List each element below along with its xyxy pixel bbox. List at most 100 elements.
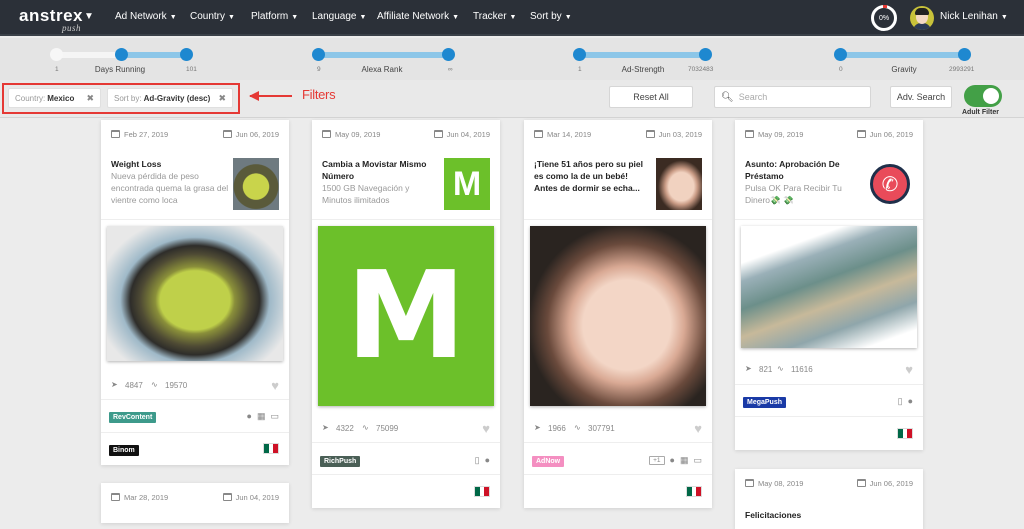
caret-down-icon: ▼	[359, 14, 367, 21]
reset-all-button[interactable]: Reset All	[609, 86, 693, 108]
ad-card[interactable]: Feb 27, 2019 Jun 06, 2019 Weight Loss Nue…	[101, 120, 289, 465]
android-icon: ●	[669, 455, 675, 465]
ad-network-badge[interactable]: RichPush	[320, 456, 361, 467]
first-seen-date: May 09, 2019	[322, 130, 380, 139]
slider-max-handle[interactable]	[699, 48, 713, 61]
ad-icon-image: ✆	[867, 158, 913, 210]
ad-card[interactable]: Mar 28, 2019 Jun 04, 2019	[101, 483, 289, 523]
first-seen-date: Feb 27, 2019	[111, 130, 168, 139]
top-navbar: anstrex▼ push Ad Network ▼ Country ▼ Platf…	[0, 0, 1024, 36]
tracker-badge[interactable]: Binom	[109, 445, 139, 456]
anstrex-logo[interactable]: anstrex▼ push	[19, 6, 94, 33]
user-avatar[interactable]	[910, 6, 934, 30]
slider-min-handle[interactable]	[115, 48, 128, 61]
favorite-heart-icon[interactable]: ♥	[694, 421, 702, 436]
ad-main-image[interactable]	[530, 226, 706, 406]
ad-main-image[interactable]: M	[318, 226, 494, 406]
ad-network-badge[interactable]: AdNow	[532, 456, 565, 467]
calendar-icon	[856, 130, 866, 138]
caret-down-icon: ▼	[1000, 14, 1008, 21]
rocket-icon: ➤	[745, 364, 752, 373]
first-seen-date: May 09, 2019	[745, 130, 803, 139]
platform-icons: +1 ● ▦ ▭	[649, 454, 702, 466]
range-sliders-bar: 1 Days Running 101 9 Alexa Rank ∞ 1 Ad-S…	[0, 38, 1024, 80]
ad-card[interactable]: May 08, 2019 Jun 06, 2019 Felicitaciones	[735, 469, 923, 529]
remove-filter-icon[interactable]: ✖	[86, 93, 94, 104]
filter-chip-sort[interactable]: Sort by: Ad-Gravity (desc) ✖	[107, 88, 233, 108]
ad-main-image[interactable]	[107, 226, 283, 361]
ad-card[interactable]: May 09, 2019 Jun 04, 2019 Cambia a Movist…	[312, 120, 500, 508]
filter-chip-country[interactable]: Country: Mexico ✖	[8, 88, 101, 108]
rocket-icon: ➤	[534, 423, 541, 432]
nav-platform[interactable]: Platform ▼	[251, 11, 298, 22]
ad-card[interactable]: Mar 14, 2019 Jun 03, 2019 ¡Tiene 51 años …	[524, 120, 712, 508]
tablet-icon: ▯	[474, 454, 480, 465]
ad-card[interactable]: May 09, 2019 Jun 06, 2019 Asunto: Aprobac…	[735, 120, 923, 450]
ad-network-badge[interactable]: MegaPush	[743, 397, 787, 408]
adult-filter-label: Adult Filter	[962, 109, 999, 116]
progress-ring[interactable]: 0%	[871, 5, 897, 31]
favorite-heart-icon[interactable]: ♥	[482, 421, 490, 436]
trend-icon: ∿	[362, 423, 369, 432]
android-icon: ●	[246, 411, 252, 421]
nav-ad-network[interactable]: Ad Network ▼	[115, 11, 177, 22]
caret-down-icon: ▼	[452, 14, 460, 21]
logo-subtitle: push	[62, 23, 82, 33]
last-seen-date: Jun 06, 2019	[222, 130, 279, 139]
ad-network-badge[interactable]: RevContent	[109, 412, 157, 423]
search-input[interactable]: 🔍︎ Search	[714, 86, 871, 108]
slider-min-handle[interactable]	[834, 48, 847, 61]
slider-min-handle[interactable]	[573, 48, 586, 61]
favorite-heart-icon[interactable]: ♥	[271, 378, 279, 393]
nav-affiliate-network[interactable]: Affiliate Network ▼	[377, 11, 459, 22]
caret-down-icon: ▼	[169, 14, 177, 21]
ad-title: Cambia a Movistar Mismo Número	[322, 159, 427, 181]
ad-icon-image	[233, 158, 279, 210]
mexico-flag-icon	[263, 443, 279, 454]
nav-sort-by[interactable]: Sort by ▼	[530, 11, 572, 22]
caret-down-icon: ▼	[509, 14, 517, 21]
caret-down-icon: ▼	[291, 14, 299, 21]
nav-language[interactable]: Language ▼	[312, 11, 366, 22]
slider-days-running[interactable]: 1 Days Running 101	[50, 44, 197, 76]
slider-max-handle[interactable]	[957, 48, 971, 61]
last-seen-date: Jun 06, 2019	[856, 130, 913, 139]
remove-filter-icon[interactable]: ✖	[218, 93, 226, 104]
ad-title: Felicitaciones	[745, 510, 802, 520]
search-icon: 🔍︎	[721, 91, 734, 103]
calendar-icon	[433, 130, 443, 138]
platform-icons: ● ▦ ▭	[247, 410, 279, 422]
calendar-icon	[322, 130, 331, 138]
caret-down-icon: ▼	[564, 14, 572, 21]
more-platforms-badge: +1	[649, 455, 665, 465]
first-seen-date: May 08, 2019	[745, 479, 803, 488]
calendar-icon	[111, 493, 120, 501]
slider-min-handle[interactable]	[312, 48, 325, 61]
calendar-icon	[645, 130, 655, 138]
ad-main-image[interactable]	[741, 226, 917, 348]
favorite-heart-icon[interactable]: ♥	[905, 362, 913, 377]
mexico-flag-icon	[474, 486, 490, 497]
user-menu[interactable]: Nick Lenihan ▼	[940, 11, 1008, 22]
last-seen-date: Jun 06, 2019	[856, 479, 913, 488]
calendar-icon	[222, 130, 232, 138]
slider-gravity[interactable]: 0 Gravity 2993291	[834, 44, 974, 76]
ad-title: ¡Tiene 51 años pero su piel es como la d…	[534, 159, 643, 193]
slider-max-handle[interactable]	[442, 48, 455, 61]
calendar-icon	[222, 493, 232, 501]
ad-description: Nueva pérdida de peso encontrada quema l…	[111, 171, 229, 205]
tablet-icon: ▯	[897, 395, 903, 406]
mexico-flag-icon	[686, 486, 702, 497]
first-seen-date: Mar 28, 2019	[111, 493, 168, 502]
nav-tracker[interactable]: Tracker ▼	[473, 11, 516, 22]
nav-country[interactable]: Country ▼	[190, 11, 235, 22]
slider-ad-strength[interactable]: 1 Ad-Strength 7032483	[573, 44, 713, 76]
slider-alexa-rank[interactable]: 9 Alexa Rank ∞	[312, 44, 455, 76]
calendar-icon	[111, 130, 120, 138]
mexico-flag-icon	[897, 428, 913, 439]
slider-origin	[50, 48, 63, 61]
slider-max-handle[interactable]	[180, 48, 193, 61]
adult-filter-toggle[interactable]	[964, 85, 1002, 107]
adv-search-button[interactable]: Adv. Search	[890, 86, 952, 108]
rocket-icon: ➤	[111, 380, 118, 389]
